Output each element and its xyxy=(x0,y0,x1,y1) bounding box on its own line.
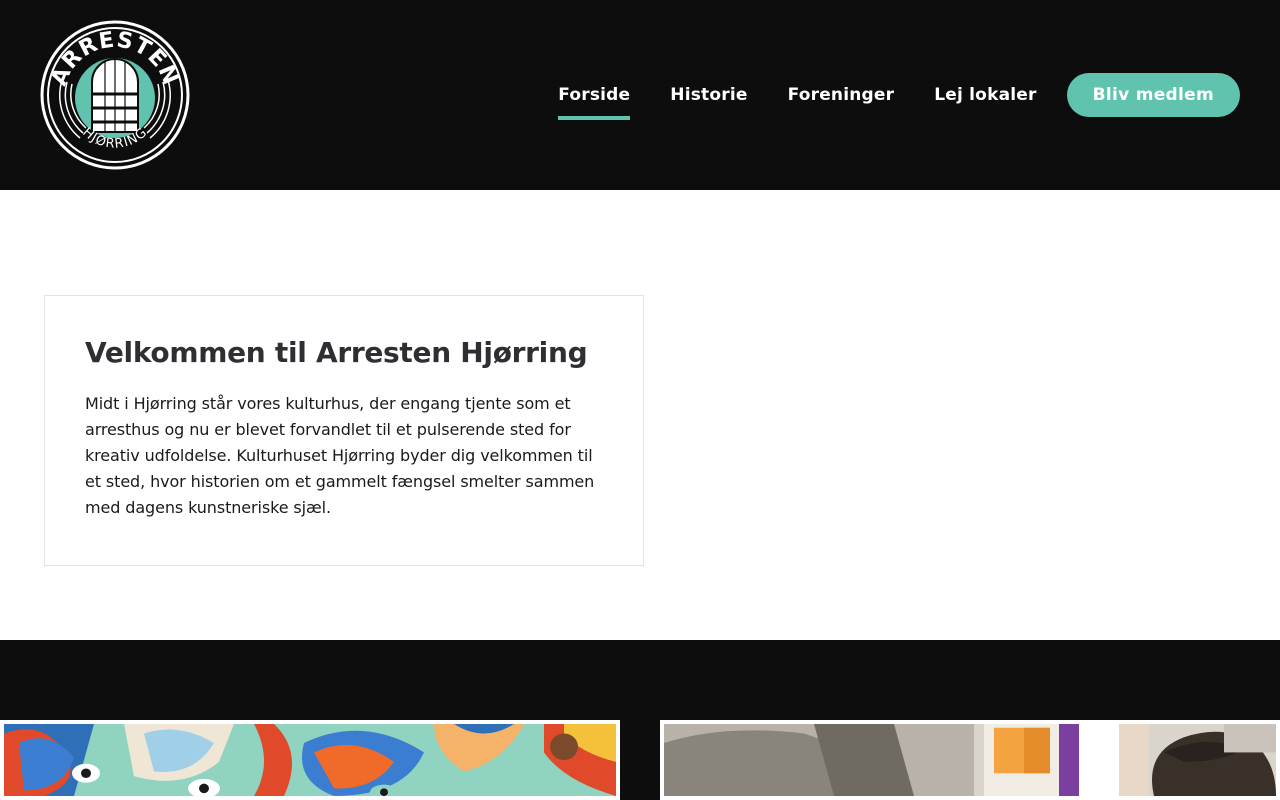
welcome-text: Midt i Hjørring står vores kulturhus, de… xyxy=(85,394,595,517)
gallery-section xyxy=(0,640,1280,800)
painting-image xyxy=(4,724,616,796)
nav-item-historie[interactable]: Historie xyxy=(670,73,747,117)
main-nav: Forside Historie Foreninger Lej lokaler … xyxy=(558,73,1240,120)
nav-item-lej-lokaler[interactable]: Lej lokaler xyxy=(934,73,1036,117)
nav-item-forside[interactable]: Forside xyxy=(558,73,631,120)
arresten-logo[interactable]: ARRESTEN HJØRRING xyxy=(40,20,190,170)
studio-photo-image xyxy=(664,724,1276,796)
bliv-medlem-button[interactable]: Bliv medlem xyxy=(1066,73,1240,117)
welcome-title: Velkommen til Arresten Hjørring xyxy=(85,336,588,369)
gallery-image-painting[interactable] xyxy=(0,720,620,800)
nav-item-foreninger[interactable]: Foreninger xyxy=(788,73,895,117)
welcome-card: Velkommen til Arresten Hjørring Midt i H… xyxy=(44,295,644,566)
gallery-image-studio[interactable] xyxy=(660,720,1280,800)
site-header: ARRESTEN HJØRRING Forside Historie Foren… xyxy=(0,0,1280,190)
